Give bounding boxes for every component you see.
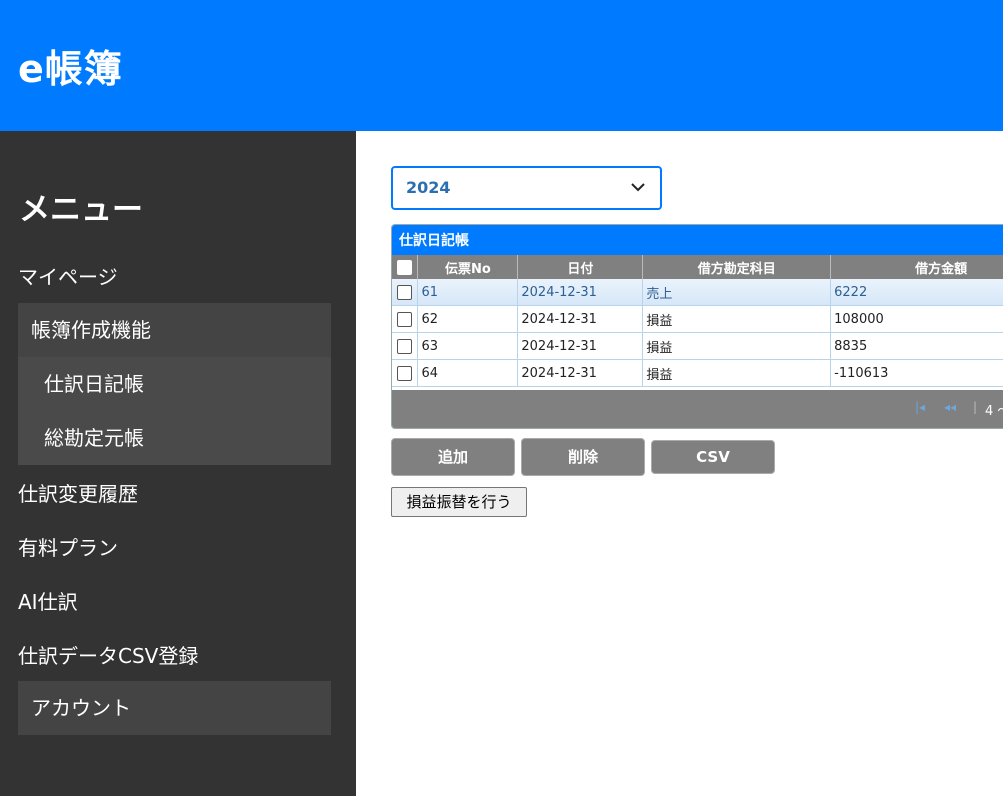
grid-title: 仕訳日記帳 — [392, 225, 1003, 255]
sidebar-item-csv-import[interactable]: 仕訳データCSV登録 — [18, 629, 198, 683]
sidebar-item-account[interactable]: アカウント — [31, 681, 131, 735]
chevron-down-icon — [630, 168, 646, 223]
sidebar-item-ai-journal[interactable]: AI仕訳 — [18, 575, 78, 629]
cell-debit-account: 損益 — [642, 359, 832, 387]
pager-divider: | — [973, 400, 978, 414]
sidebar-group-account: アカウント — [18, 681, 331, 735]
cell-debit-amount: 6222 — [830, 279, 1003, 306]
sidebar-submenu: 仕訳日記帳 総勘定元帳 — [18, 357, 331, 465]
year-select[interactable]: 2024 — [391, 166, 662, 210]
journal-grid: 仕訳日記帳 伝票No 日付 借方勘定科目 借方金額 61 2024-12-31 … — [391, 224, 1003, 429]
sidebar: メニュー マイページ 帳簿作成機能 仕訳日記帳 総勘定元帳 仕訳変更履歴 有料プ… — [0, 131, 356, 796]
first-page-icon[interactable]: |◂ — [915, 400, 925, 414]
column-header-debit-account[interactable]: 借方勘定科目 — [642, 255, 832, 279]
prev-page-icon[interactable]: ◂◂ — [944, 400, 956, 414]
cell-date: 2024-12-31 — [517, 332, 644, 360]
sidebar-group-ledger: 帳簿作成機能 仕訳日記帳 総勘定元帳 — [18, 303, 331, 465]
row-checkbox[interactable] — [392, 279, 419, 306]
sidebar-item-journal-history[interactable]: 仕訳変更履歴 — [18, 467, 138, 521]
cell-debit-account: 損益 — [642, 305, 832, 333]
profit-loss-transfer-button[interactable]: 損益振替を行う — [391, 487, 527, 517]
menu-heading: メニュー — [19, 192, 143, 228]
column-header-date[interactable]: 日付 — [517, 255, 644, 279]
sidebar-item-ledger-creation[interactable]: 帳簿作成機能 — [31, 303, 151, 357]
column-header-slip-no[interactable]: 伝票No — [417, 255, 519, 279]
delete-button[interactable]: 削除 — [521, 438, 645, 476]
sidebar-item-mypage[interactable]: マイページ — [18, 250, 118, 304]
app-title: e帳簿 — [18, 47, 123, 91]
pager-info: 4 ～ — [985, 404, 1003, 419]
sidebar-item-general-ledger[interactable]: 総勘定元帳 — [44, 411, 144, 465]
table-row[interactable]: 64 2024-12-31 損益 -110613 — [392, 359, 1003, 387]
row-checkbox[interactable] — [392, 332, 419, 360]
cell-debit-amount: 108000 — [830, 305, 1003, 333]
table-row[interactable]: 62 2024-12-31 損益 108000 — [392, 305, 1003, 333]
cell-debit-amount: 8835 — [830, 332, 1003, 360]
year-select-value: 2024 — [406, 178, 451, 197]
row-checkbox[interactable] — [392, 359, 419, 387]
cell-date: 2024-12-31 — [517, 359, 644, 387]
table-row[interactable]: 63 2024-12-31 損益 8835 — [392, 332, 1003, 360]
cell-date: 2024-12-31 — [517, 279, 644, 306]
cell-debit-amount: -110613 — [830, 359, 1003, 387]
cell-slip-no: 62 — [417, 305, 519, 333]
add-button[interactable]: 追加 — [391, 438, 515, 476]
select-all-checkbox[interactable] — [392, 255, 419, 279]
cell-debit-account: 損益 — [642, 332, 832, 360]
sidebar-item-journal[interactable]: 仕訳日記帳 — [44, 357, 144, 411]
table-row[interactable]: 61 2024-12-31 売上 6222 — [392, 279, 1003, 306]
cell-slip-no: 61 — [417, 279, 519, 306]
cell-slip-no: 64 — [417, 359, 519, 387]
cell-date: 2024-12-31 — [517, 305, 644, 333]
column-header-debit-amount[interactable]: 借方金額 — [830, 255, 1003, 279]
grid-pager: |◂ ◂◂ | 4 ～ — [392, 390, 1003, 428]
cell-slip-no: 63 — [417, 332, 519, 360]
table-header-row: 伝票No 日付 借方勘定科目 借方金額 — [392, 255, 1003, 279]
main-content: 2024 仕訳日記帳 伝票No 日付 借方勘定科目 借方金額 61 2024-1… — [356, 131, 1003, 796]
app-header: e帳簿 — [0, 0, 1003, 131]
journal-table: 伝票No 日付 借方勘定科目 借方金額 61 2024-12-31 売上 622… — [392, 255, 1003, 387]
csv-button[interactable]: CSV — [651, 440, 775, 474]
sidebar-item-paid-plan[interactable]: 有料プラン — [18, 521, 118, 575]
row-checkbox[interactable] — [392, 305, 419, 333]
cell-debit-account: 売上 — [642, 279, 832, 306]
